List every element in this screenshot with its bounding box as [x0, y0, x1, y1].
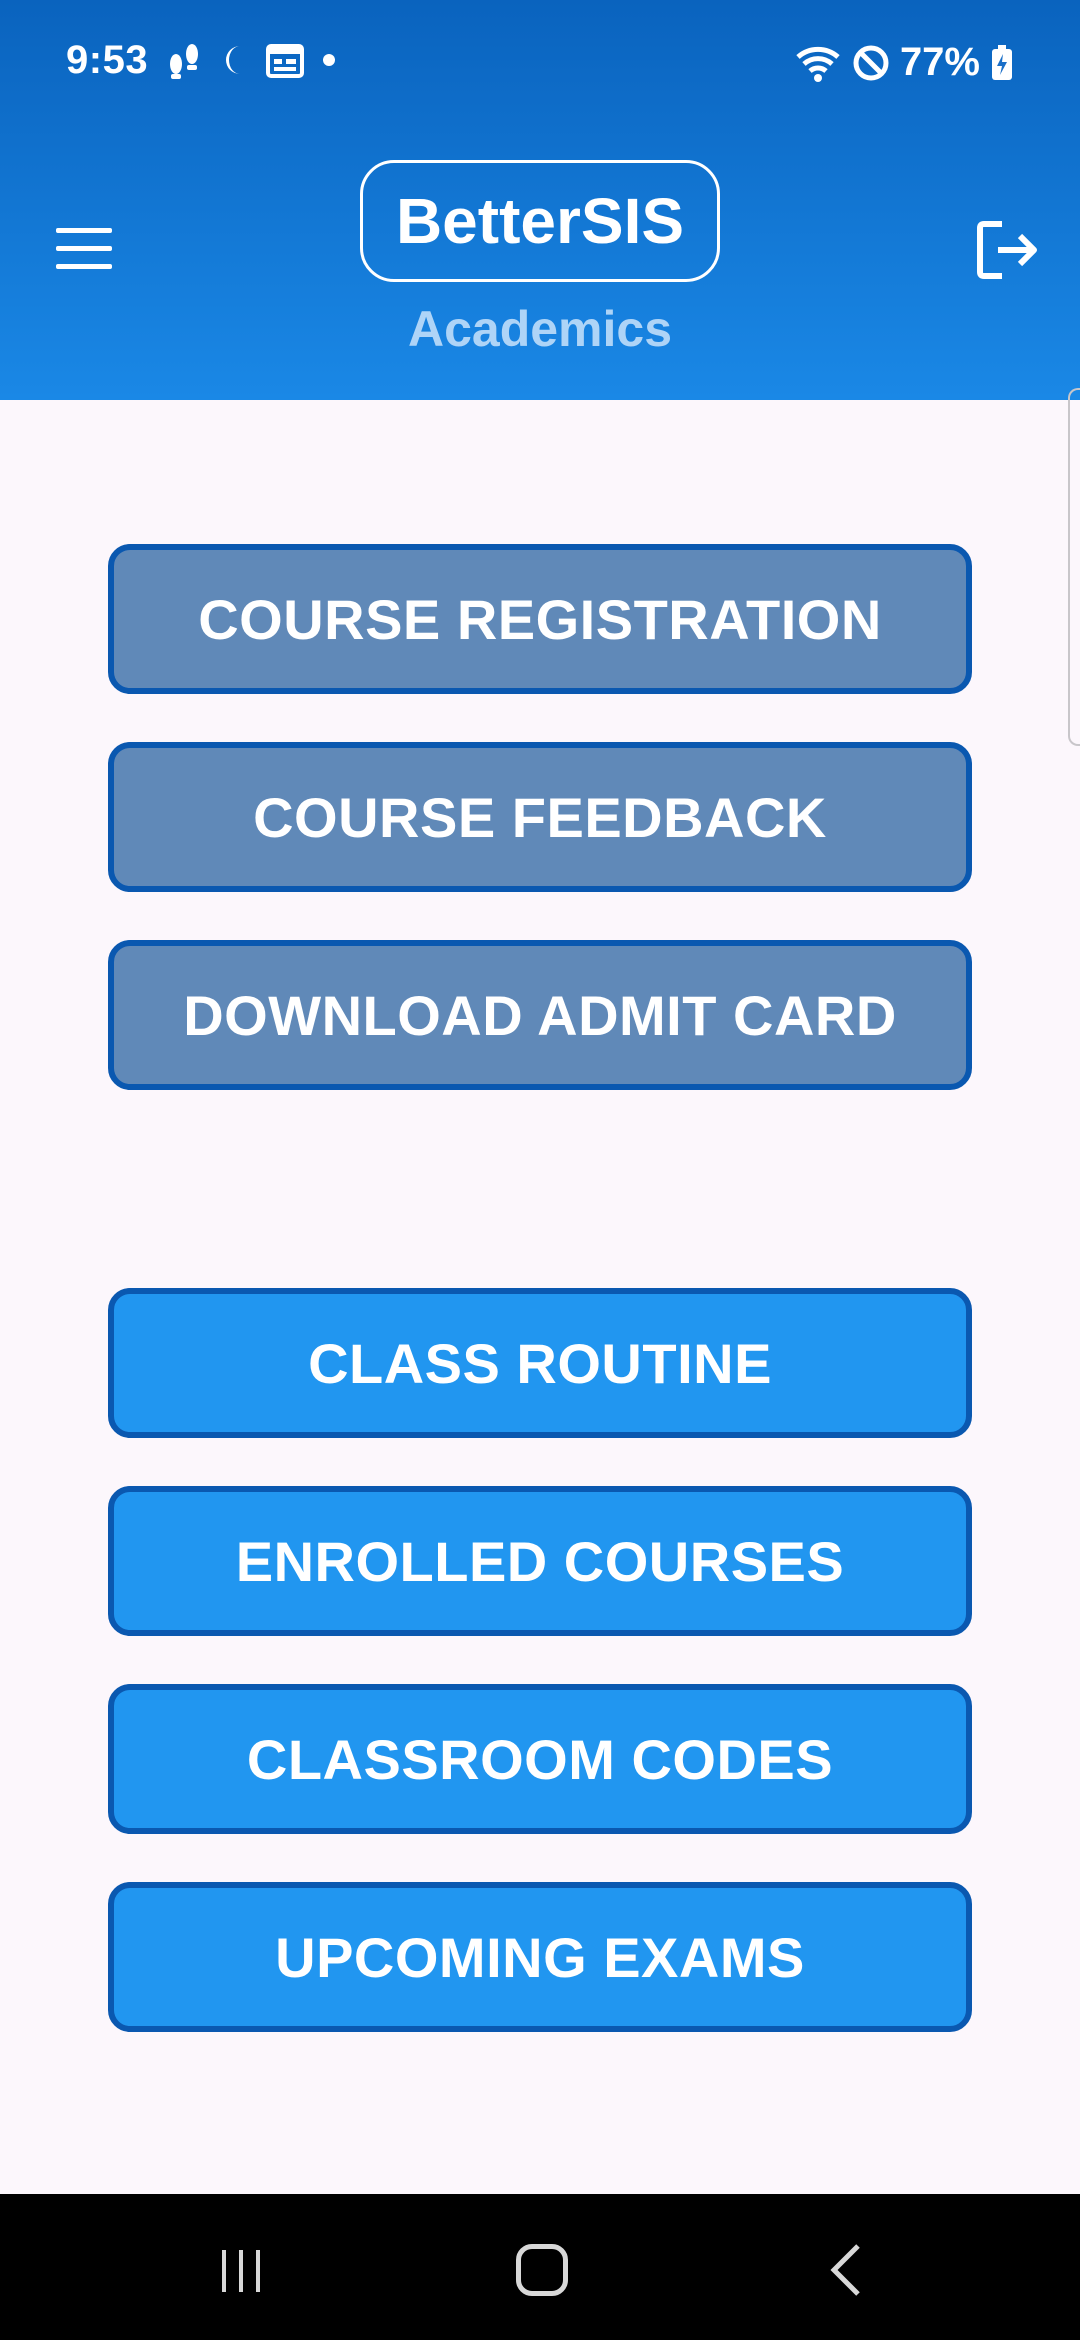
scroll-indicator [1068, 388, 1080, 746]
button-label: UPCOMING EXAMS [275, 1925, 805, 1989]
do-not-disturb-icon [853, 45, 889, 80]
page-subtitle: Academics [407, 301, 673, 357]
button-label: COURSE FEEDBACK [253, 785, 827, 849]
calendar-icon [266, 44, 304, 78]
class-routine-button[interactable]: CLASS ROUTINE [108, 1288, 972, 1438]
battery-charging-icon [992, 44, 1012, 80]
enrolled-courses-button[interactable]: ENROLLED COURSES [108, 1486, 972, 1636]
wifi-icon [796, 46, 840, 82]
classroom-codes-button[interactable]: CLASSROOM CODES [108, 1684, 972, 1834]
battery-percentage: 77% [899, 40, 980, 84]
logout-icon[interactable] [972, 214, 1044, 286]
moon-icon [226, 46, 240, 74]
button-label: COURSE REGISTRATION [198, 587, 882, 651]
button-label: CLASS ROUTINE [308, 1331, 772, 1395]
button-label: ENROLLED COURSES [235, 1529, 845, 1593]
course-feedback-button[interactable]: COURSE FEEDBACK [108, 742, 972, 892]
status-time: 9:53 [66, 38, 149, 82]
dot-icon [323, 54, 335, 66]
back-icon[interactable] [826, 2242, 866, 2298]
button-label: CLASSROOM CODES [246, 1727, 834, 1791]
course-registration-button[interactable]: COURSE REGISTRATION [108, 544, 972, 694]
status-left-icons [166, 40, 336, 80]
hamburger-menu-icon[interactable] [52, 220, 116, 276]
app-header: 9:53 77% BetterSIS Academics [0, 0, 1080, 400]
home-icon[interactable] [516, 2244, 568, 2296]
recent-apps-icon[interactable] [216, 2246, 266, 2296]
status-bar: 9:53 77% [0, 0, 1080, 130]
app-title: BetterSIS [395, 185, 685, 257]
step-counter-icon [170, 44, 198, 79]
status-right-icons: 77% [794, 40, 1014, 85]
download-admit-card-button[interactable]: DOWNLOAD ADMIT CARD [108, 940, 972, 1090]
button-label: DOWNLOAD ADMIT CARD [183, 983, 897, 1047]
app-title-box: BetterSIS [360, 160, 720, 282]
system-nav-bar [0, 2194, 1080, 2340]
upcoming-exams-button[interactable]: UPCOMING EXAMS [108, 1882, 972, 2032]
